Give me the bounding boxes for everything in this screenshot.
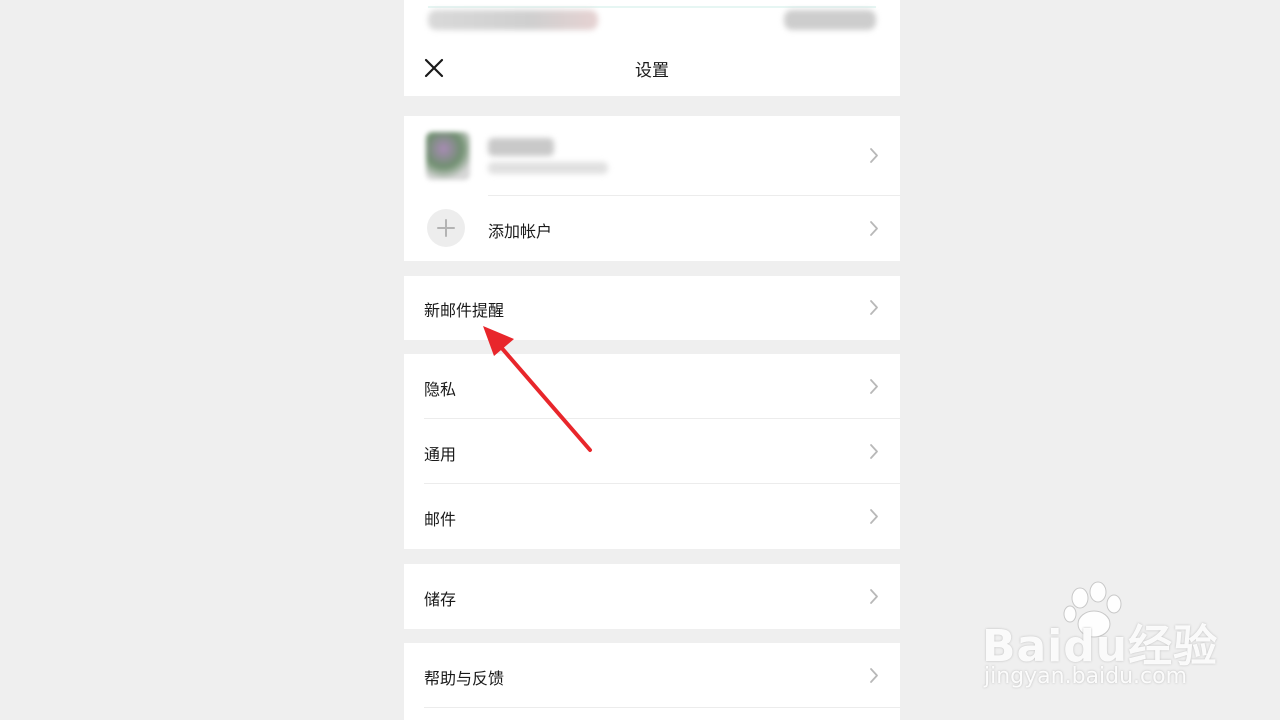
avatar — [426, 132, 470, 180]
chevron-right-icon — [870, 444, 878, 459]
storage-group: 储存 — [404, 564, 900, 629]
status-bar — [404, 0, 900, 40]
menu-item-mail[interactable]: 邮件 — [404, 484, 900, 549]
help-group: 帮助与反馈 — [404, 643, 900, 720]
add-account-row[interactable]: 添加帐户 — [404, 196, 900, 261]
settings-header: 设置 — [404, 40, 900, 96]
menu-item-general[interactable]: 通用 — [404, 419, 900, 484]
chevron-right-icon — [870, 221, 878, 236]
menu-item-new-mail-alert[interactable]: 新邮件提醒 — [404, 276, 900, 340]
chevron-right-icon — [870, 300, 878, 315]
page-title: 设置 — [635, 61, 669, 81]
divider — [424, 707, 900, 708]
account-name-blurred — [488, 138, 554, 156]
menu-item-label: 通用 — [424, 445, 457, 464]
account-email-blurred — [488, 162, 608, 174]
chevron-right-icon — [870, 668, 878, 683]
menu-item-privacy[interactable]: 隐私 — [404, 354, 900, 419]
chevron-right-icon — [870, 379, 878, 394]
plus-icon — [437, 219, 455, 237]
menu-item-label: 储存 — [424, 590, 457, 609]
phone-screen: 设置 添加帐户 新邮件提醒 隐私 通用 邮件 储存 帮助与反馈 — [404, 0, 900, 720]
notification-group: 新邮件提醒 — [404, 276, 900, 340]
account-row[interactable] — [404, 116, 900, 196]
menu-item-help-feedback[interactable]: 帮助与反馈 — [404, 643, 900, 708]
watermark: Baidu经验 jingyan.baidu.com — [982, 580, 1222, 690]
menu-item-label: 隐私 — [424, 380, 457, 399]
add-account-label: 添加帐户 — [488, 222, 553, 241]
chevron-right-icon — [870, 148, 878, 163]
accounts-group: 添加帐户 — [404, 116, 900, 261]
status-bar-line — [428, 6, 876, 8]
add-account-icon-bg — [427, 209, 465, 247]
watermark-url: jingyan.baidu.com — [984, 664, 1188, 689]
chevron-right-icon — [870, 509, 878, 524]
screen: 设置 添加帐户 新邮件提醒 隐私 通用 邮件 储存 帮助与反馈 Baidu经验 … — [0, 0, 1280, 720]
status-bar-left-blurred — [428, 10, 598, 30]
menu-item-storage[interactable]: 储存 — [404, 564, 900, 629]
preferences-group: 隐私 通用 邮件 — [404, 354, 900, 549]
status-bar-right-blurred — [784, 10, 876, 30]
menu-item-label: 帮助与反馈 — [424, 669, 505, 688]
menu-item-label: 新邮件提醒 — [424, 301, 505, 320]
chevron-right-icon — [870, 589, 878, 604]
menu-item-label: 邮件 — [424, 510, 457, 529]
